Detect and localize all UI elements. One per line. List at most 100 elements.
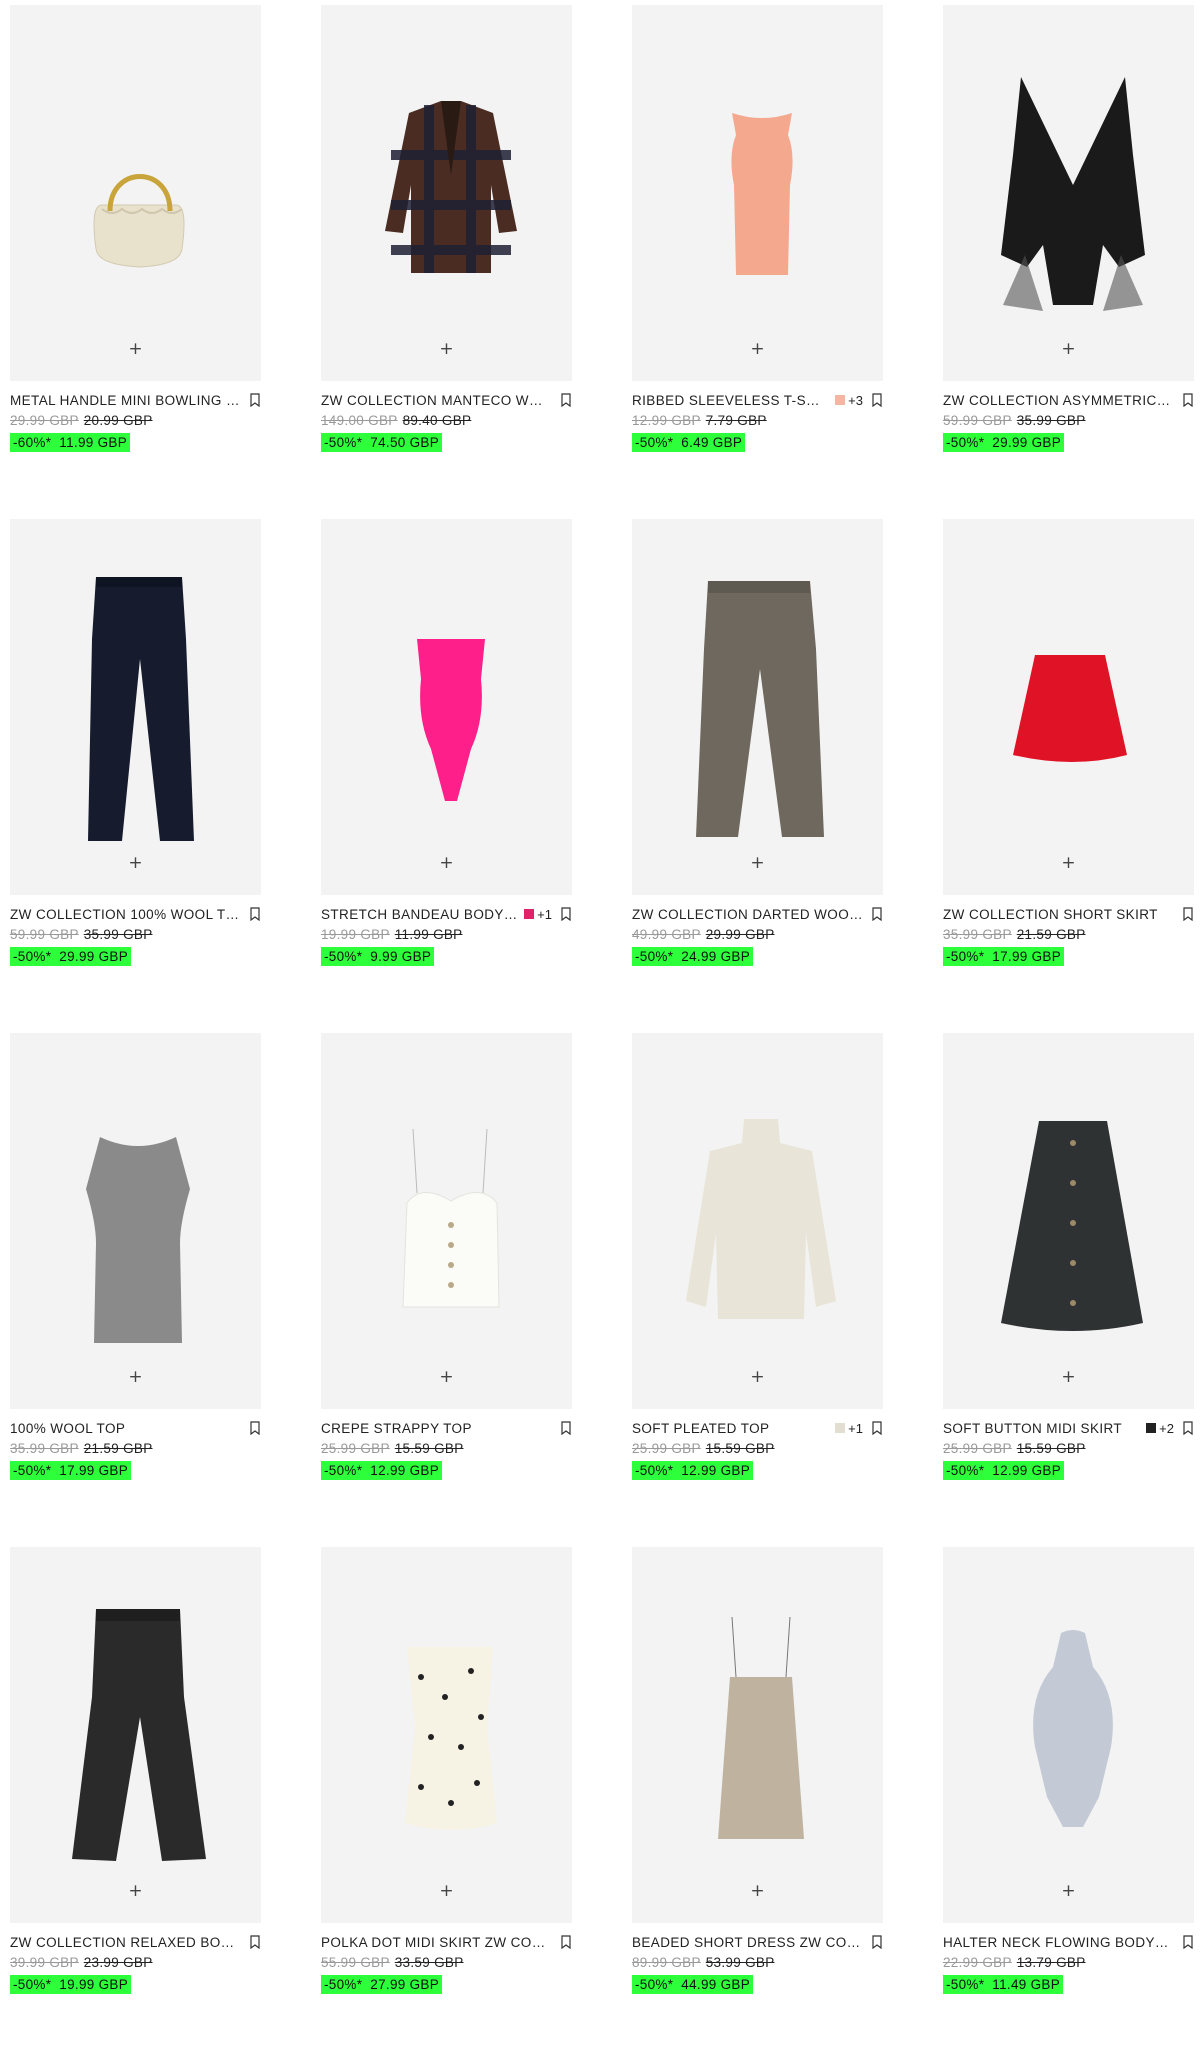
product-image[interactable]: + xyxy=(943,519,1194,895)
product-name[interactable]: BEADED SHORT DRESS ZW COLLECTION xyxy=(632,1935,863,1950)
product-card[interactable]: + ZW COLLECTION RELAXED BOOTCUT JEANS 39… xyxy=(10,1547,261,2061)
add-to-bag-button[interactable]: + xyxy=(1056,1879,1082,1905)
product-name[interactable]: STRETCH BANDEAU BODYSUIT xyxy=(321,907,518,922)
previous-price: 29.99 GBP xyxy=(705,927,775,942)
product-image[interactable]: + xyxy=(943,1547,1194,1923)
bookmark-icon[interactable] xyxy=(249,1935,261,1949)
add-to-bag-button[interactable]: + xyxy=(745,1365,771,1391)
bookmark-icon[interactable] xyxy=(871,907,883,921)
add-to-bag-button[interactable]: + xyxy=(434,851,460,877)
price-row: 59.99 GBP 35.99 GBP xyxy=(943,413,1194,428)
sale-badge: -50%* 27.99 GBP xyxy=(321,1975,443,1994)
product-card[interactable]: + STRETCH BANDEAU BODYSUIT +1 19.99 GBP 1… xyxy=(321,519,572,1033)
sale-badge: -50%* 12.99 GBP xyxy=(943,1461,1065,1480)
bookmark-icon[interactable] xyxy=(1182,1935,1194,1949)
product-name[interactable]: SOFT PLEATED TOP xyxy=(632,1421,829,1436)
sale-badge: -50%* 74.50 GBP xyxy=(321,433,443,452)
bookmark-icon[interactable] xyxy=(249,907,261,921)
product-image[interactable]: + xyxy=(943,1033,1194,1409)
bookmark-icon[interactable] xyxy=(871,1421,883,1435)
product-card[interactable]: + SOFT BUTTON MIDI SKIRT +2 25.99 GBP 15.… xyxy=(943,1033,1194,1547)
bookmark-icon[interactable] xyxy=(249,1421,261,1435)
bookmark-icon[interactable] xyxy=(1182,1421,1194,1435)
product-card[interactable]: + ZW COLLECTION SHORT SKIRT 35.99 GBP 21.… xyxy=(943,519,1194,1033)
product-name[interactable]: RIBBED SLEEVELESS T-SHIRT xyxy=(632,393,829,408)
product-image[interactable]: + xyxy=(10,5,261,381)
product-name[interactable]: SOFT BUTTON MIDI SKIRT xyxy=(943,1421,1140,1436)
product-name[interactable]: ZW COLLECTION ASYMMETRIC TOP xyxy=(943,393,1174,408)
product-card[interactable]: + ZW COLLECTION DARTED WOOL TROUSERS 49.… xyxy=(632,519,883,1033)
add-to-bag-button[interactable]: + xyxy=(123,1365,149,1391)
product-name[interactable]: METAL HANDLE MINI BOWLING BAG xyxy=(10,393,241,408)
sale-badge: -50%* 12.99 GBP xyxy=(321,1461,443,1480)
previous-price: 89.40 GBP xyxy=(402,413,472,428)
product-card[interactable]: + CREPE STRAPPY TOP 25.99 GBP 15.59 GBP -… xyxy=(321,1033,572,1547)
original-price: 39.99 GBP xyxy=(10,1955,79,1970)
product-name[interactable]: POLKA DOT MIDI SKIRT ZW COLLECTION xyxy=(321,1935,552,1950)
product-card[interactable]: + METAL HANDLE MINI BOWLING BAG 29.99 GB… xyxy=(10,5,261,519)
product-name[interactable]: ZW COLLECTION MANTECO WOOL COAT xyxy=(321,393,552,408)
product-card[interactable]: + SOFT PLEATED TOP +1 25.99 GBP 15.59 GBP… xyxy=(632,1033,883,1547)
skirt-dark-icon xyxy=(1001,1121,1143,1331)
product-image[interactable]: + xyxy=(10,1033,261,1409)
add-to-bag-button[interactable]: + xyxy=(434,337,460,363)
product-name[interactable]: HALTER NECK FLOWING BODYSUIT xyxy=(943,1935,1174,1950)
product-image[interactable]: + xyxy=(632,5,883,381)
add-to-bag-button[interactable]: + xyxy=(1056,1365,1082,1391)
product-card[interactable]: + BEADED SHORT DRESS ZW COLLECTION 89.99… xyxy=(632,1547,883,2061)
product-card[interactable]: + RIBBED SLEEVELESS T-SHIRT +3 12.99 GBP… xyxy=(632,5,883,519)
product-name-row: ZW COLLECTION DARTED WOOL TROUSERS xyxy=(632,906,883,922)
add-to-bag-button[interactable]: + xyxy=(1056,851,1082,877)
sale-price: 11.99 GBP xyxy=(59,435,128,450)
add-to-bag-button[interactable]: + xyxy=(123,851,149,877)
product-image[interactable]: + xyxy=(10,1547,261,1923)
color-swatch[interactable] xyxy=(835,395,846,405)
color-swatch[interactable] xyxy=(835,1423,846,1433)
add-to-bag-button[interactable]: + xyxy=(434,1879,460,1905)
product-card[interactable]: + ZW COLLECTION MANTECO WOOL COAT 149.00… xyxy=(321,5,572,519)
add-to-bag-button[interactable]: + xyxy=(123,337,149,363)
product-name[interactable]: ZW COLLECTION 100% WOOL TROUSERS xyxy=(10,907,241,922)
product-card[interactable]: + ZW COLLECTION ASYMMETRIC TOP 59.99 GBP… xyxy=(943,5,1194,519)
product-image[interactable]: + xyxy=(10,519,261,895)
color-swatch[interactable] xyxy=(524,909,535,919)
original-price: 55.99 GBP xyxy=(321,1955,390,1970)
add-to-bag-button[interactable]: + xyxy=(123,1879,149,1905)
color-swatch[interactable] xyxy=(1146,1423,1157,1433)
product-name[interactable]: ZW COLLECTION SHORT SKIRT xyxy=(943,907,1174,922)
product-image[interactable]: + xyxy=(632,1547,883,1923)
bookmark-icon[interactable] xyxy=(871,393,883,407)
product-name[interactable]: CREPE STRAPPY TOP xyxy=(321,1421,552,1436)
product-name[interactable]: 100% WOOL TOP xyxy=(10,1421,241,1436)
product-name-row: METAL HANDLE MINI BOWLING BAG xyxy=(10,392,261,408)
product-name[interactable]: ZW COLLECTION DARTED WOOL TROUSERS xyxy=(632,907,863,922)
add-to-bag-button[interactable]: + xyxy=(745,1879,771,1905)
product-card[interactable]: + ZW COLLECTION 100% WOOL TROUSERS 59.99… xyxy=(10,519,261,1033)
add-to-bag-button[interactable]: + xyxy=(434,1365,460,1391)
product-card[interactable]: + HALTER NECK FLOWING BODYSUIT 22.99 GBP… xyxy=(943,1547,1194,2061)
product-image[interactable]: + xyxy=(321,519,572,895)
add-to-bag-button[interactable]: + xyxy=(745,337,771,363)
product-image[interactable]: + xyxy=(321,1547,572,1923)
discount-percent: -50%* xyxy=(946,1463,985,1478)
product-card[interactable]: + 100% WOOL TOP 35.99 GBP 21.59 GBP -50%*… xyxy=(10,1033,261,1547)
product-image[interactable]: + xyxy=(632,519,883,895)
tank-peach-icon xyxy=(731,113,793,275)
add-to-bag-button[interactable]: + xyxy=(1056,337,1082,363)
product-image[interactable]: + xyxy=(632,1033,883,1409)
bookmark-icon[interactable] xyxy=(560,907,572,921)
discount-percent: -50%* xyxy=(324,949,363,964)
bookmark-icon[interactable] xyxy=(1182,907,1194,921)
bookmark-icon[interactable] xyxy=(871,1935,883,1949)
product-image[interactable]: + xyxy=(943,5,1194,381)
product-name[interactable]: ZW COLLECTION RELAXED BOOTCUT JEANS xyxy=(10,1935,241,1950)
bookmark-icon[interactable] xyxy=(560,393,572,407)
product-card[interactable]: + POLKA DOT MIDI SKIRT ZW COLLECTION 55.… xyxy=(321,1547,572,2061)
bookmark-icon[interactable] xyxy=(1182,393,1194,407)
add-to-bag-button[interactable]: + xyxy=(745,851,771,877)
product-image[interactable]: + xyxy=(321,1033,572,1409)
bookmark-icon[interactable] xyxy=(560,1935,572,1949)
product-image[interactable]: + xyxy=(321,5,572,381)
bookmark-icon[interactable] xyxy=(249,393,261,407)
bookmark-icon[interactable] xyxy=(560,1421,572,1435)
